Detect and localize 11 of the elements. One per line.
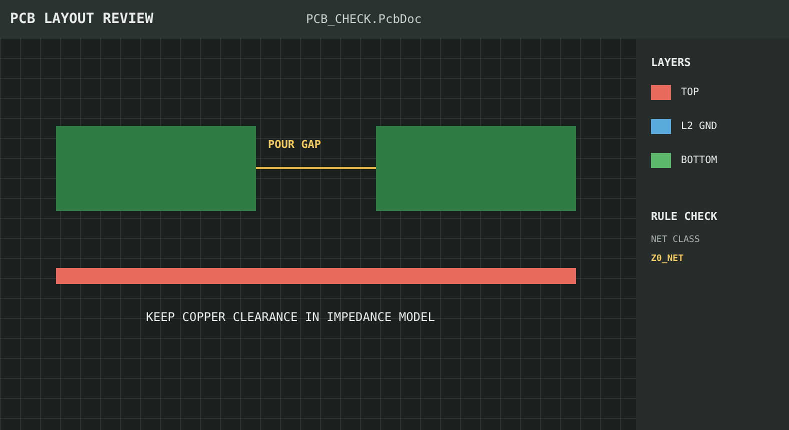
- layer-name: BOTTOM: [681, 155, 718, 166]
- rule-check-heading: RULE CHECK: [651, 210, 718, 223]
- gap-label: POUR GAP: [268, 138, 321, 151]
- layer-name: L2 GND: [681, 121, 718, 132]
- file-name: PCB_CHECK.PcbDoc: [306, 12, 422, 26]
- net-class-label: NET CLASS: [651, 235, 701, 245]
- layers-heading: LAYERS: [651, 56, 692, 69]
- canvas-note: KEEP COPPER CLEARANCE IN IMPEDANCE MODEL: [146, 310, 435, 324]
- layer-name: TOP: [681, 87, 700, 98]
- app-title: PCB LAYOUT REVIEW: [10, 11, 154, 27]
- net-class-value: Z0_NET: [651, 254, 685, 264]
